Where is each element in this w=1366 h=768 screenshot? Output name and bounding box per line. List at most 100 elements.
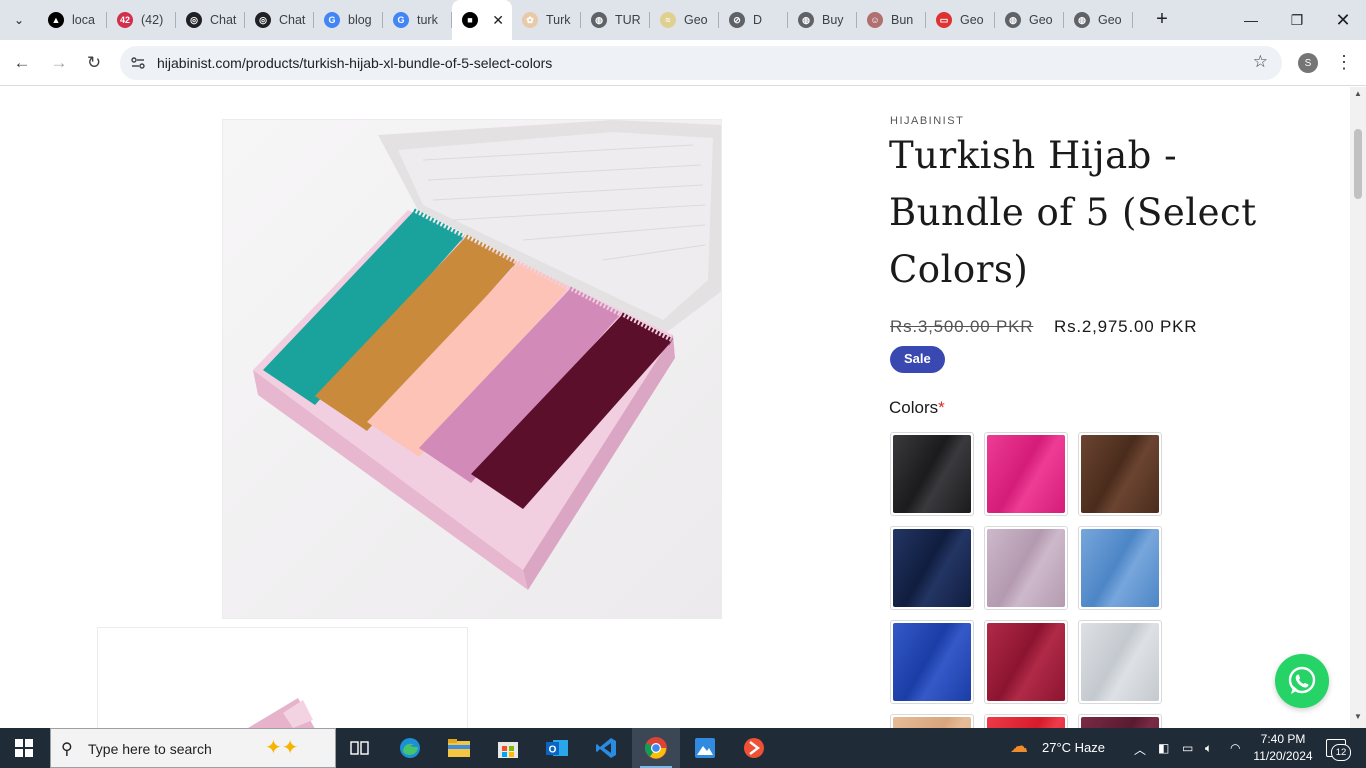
browser-tab[interactable]: Gblog xyxy=(314,0,383,40)
forward-arrow-icon[interactable]: → xyxy=(47,51,71,75)
color-swatch-beige[interactable] xyxy=(890,714,974,728)
site-settings-icon[interactable] xyxy=(128,53,148,73)
weather-icon[interactable]: ☁ xyxy=(1010,736,1028,757)
color-swatch-mauve[interactable] xyxy=(984,526,1068,610)
color-swatch-navy[interactable] xyxy=(890,526,974,610)
edge-browser-icon[interactable] xyxy=(386,728,434,768)
minimize-icon[interactable]: — xyxy=(1228,0,1274,40)
windows-start-button[interactable] xyxy=(0,728,48,768)
tab-favicon-icon: ◎ xyxy=(186,12,202,28)
task-view-icon[interactable] xyxy=(336,728,384,768)
browser-tab[interactable]: ◍ Geo xyxy=(1064,0,1133,40)
browser-menu-icon[interactable]: ⋮ xyxy=(1334,51,1354,75)
taskbar-clock[interactable]: 7:40 PM 11/20/2024 xyxy=(1250,731,1316,765)
meet-now-icon[interactable]: ◧ xyxy=(1158,741,1169,755)
product-vendor: HIJABINIST xyxy=(890,115,965,127)
color-swatch-hot-pink[interactable] xyxy=(984,432,1068,516)
taskbar-search-box[interactable]: ⚲ Type here to search ✦✦ xyxy=(50,728,336,768)
browser-tab[interactable]: 42 (42) xyxy=(107,0,176,40)
product-main-image[interactable] xyxy=(222,119,722,619)
tab-favicon-icon: ☺ xyxy=(867,12,883,28)
tab-favicon-icon: ≈ xyxy=(660,12,676,28)
tab-title: Geo xyxy=(1029,13,1053,27)
git-client-icon[interactable] xyxy=(730,728,778,768)
back-arrow-icon[interactable]: ← xyxy=(10,51,34,75)
product-title: Turkish Hijab - Bundle of 5 (Select Colo… xyxy=(889,134,1257,291)
tab-title: Geo xyxy=(1098,13,1122,27)
whatsapp-chat-button[interactable] xyxy=(1275,654,1329,708)
color-swatch-red[interactable] xyxy=(984,714,1068,728)
browser-toolbar: ← → ↻ hijabinist.com/products/turkish-hi… xyxy=(0,40,1366,86)
address-bar[interactable]: hijabinist.com/products/turkish-hijab-xl… xyxy=(120,46,1282,80)
browser-tab[interactable]: ◍ Buy xyxy=(788,0,857,40)
tab-title: Bun xyxy=(891,13,914,27)
browser-tab[interactable]: ◍ Geo xyxy=(995,0,1064,40)
product-thumbnail-image[interactable] xyxy=(97,627,468,728)
browser-tab[interactable]: ✿ Turk xyxy=(512,0,581,40)
notification-count-badge: 12 xyxy=(1331,744,1351,761)
browser-tab[interactable]: ▭ Geo xyxy=(926,0,995,40)
bookmark-star-icon[interactable]: ☆ xyxy=(1253,52,1268,72)
tab-strip: ⌄ ▲ loca 42 (42) ◎ Chat ◎ Chat Gblog Gturk ■ ✕ ✿ Turk… xyxy=(0,0,1366,40)
volume-icon[interactable]: 🔈︎ xyxy=(1205,741,1212,756)
battery-icon[interactable]: ▭ xyxy=(1182,741,1193,755)
windows-logo-icon xyxy=(15,739,33,757)
tab-favicon-icon: ▭ xyxy=(936,12,952,28)
scroll-up-arrow-icon[interactable]: ▲ xyxy=(1350,89,1366,103)
profile-avatar[interactable]: S xyxy=(1298,53,1318,73)
new-tab-button[interactable]: + xyxy=(1150,8,1174,32)
color-swatch-brown[interactable] xyxy=(1078,432,1162,516)
scroll-down-arrow-icon[interactable]: ▼ xyxy=(1350,712,1366,726)
sale-badge: Sale xyxy=(890,346,945,373)
url-text[interactable]: hijabinist.com/products/turkish-hijab-xl… xyxy=(157,55,552,71)
color-swatch-maroon[interactable] xyxy=(984,620,1068,704)
browser-tab[interactable]: ⊘ D xyxy=(719,0,788,40)
reload-icon[interactable]: ↻ xyxy=(82,51,106,75)
taskbar-search-placeholder: Type here to search xyxy=(88,741,212,757)
close-window-icon[interactable]: ✕ xyxy=(1320,0,1366,40)
color-swatch-royal-blue[interactable] xyxy=(890,620,974,704)
windows-taskbar: ⚲ Type here to search ✦✦ O ☁ 27°C Haze ︿… xyxy=(0,728,1366,768)
tab-title: turk xyxy=(417,13,438,27)
vscode-icon[interactable] xyxy=(582,728,630,768)
browser-tab[interactable]: ▲ loca xyxy=(38,0,107,40)
swatch-fabric-image xyxy=(1081,435,1159,513)
page-scrollbar[interactable]: ▲ ▼ xyxy=(1350,87,1366,728)
whatsapp-icon xyxy=(1288,666,1316,694)
scroll-thumb[interactable] xyxy=(1354,129,1362,199)
swatch-fabric-image xyxy=(1081,623,1159,701)
browser-tab[interactable]: ◎ Chat xyxy=(176,0,245,40)
tab-favicon-icon: ◍ xyxy=(1005,12,1021,28)
swatch-fabric-image xyxy=(893,435,971,513)
clock-date: 11/20/2024 xyxy=(1253,749,1313,763)
browser-tab[interactable]: ≈ Geo xyxy=(650,0,719,40)
close-tab-icon[interactable]: ✕ xyxy=(492,12,504,29)
file-explorer-icon[interactable] xyxy=(435,728,483,768)
show-hidden-icons-chevron-icon[interactable]: ︿ xyxy=(1134,741,1146,758)
swatch-fabric-image xyxy=(987,717,1065,728)
swatch-fabric-image xyxy=(987,623,1065,701)
microsoft-store-icon[interactable] xyxy=(484,728,532,768)
color-swatch-plum[interactable] xyxy=(1078,714,1162,728)
tab-search-chevron-icon[interactable]: ⌄ xyxy=(7,8,31,32)
browser-tab[interactable]: ◎ Chat xyxy=(245,0,314,40)
color-swatch-light-grey[interactable] xyxy=(1078,620,1162,704)
tab-title: (42) xyxy=(141,13,164,27)
swatch-fabric-image xyxy=(1081,529,1159,607)
tab-title: TUR xyxy=(615,13,641,27)
clock-time: 7:40 PM xyxy=(1260,732,1306,746)
restore-icon[interactable]: ❐ xyxy=(1274,0,1320,40)
weather-text[interactable]: 27°C Haze xyxy=(1042,740,1105,755)
color-swatch-sky-blue[interactable] xyxy=(1078,526,1162,610)
colors-label-text: Colors xyxy=(889,398,939,417)
outlook-icon[interactable]: O xyxy=(533,728,581,768)
browser-tab[interactable]: ◍ TUR xyxy=(581,0,650,40)
photos-app-icon[interactable] xyxy=(681,728,729,768)
browser-tab[interactable]: Gturk xyxy=(383,0,452,40)
tab-list: ▲ loca 42 (42) ◎ Chat ◎ Chat Gblog Gturk ■ ✕ ✿ Turk ◍ T… xyxy=(38,0,1133,40)
wifi-icon[interactable]: ◠ xyxy=(1230,741,1240,755)
chrome-taskbar-icon[interactable] xyxy=(632,728,680,768)
color-swatch-black[interactable] xyxy=(890,432,974,516)
browser-tab[interactable]: ☺ Bun xyxy=(857,0,926,40)
browser-tab[interactable]: ■ ✕ xyxy=(452,0,512,40)
